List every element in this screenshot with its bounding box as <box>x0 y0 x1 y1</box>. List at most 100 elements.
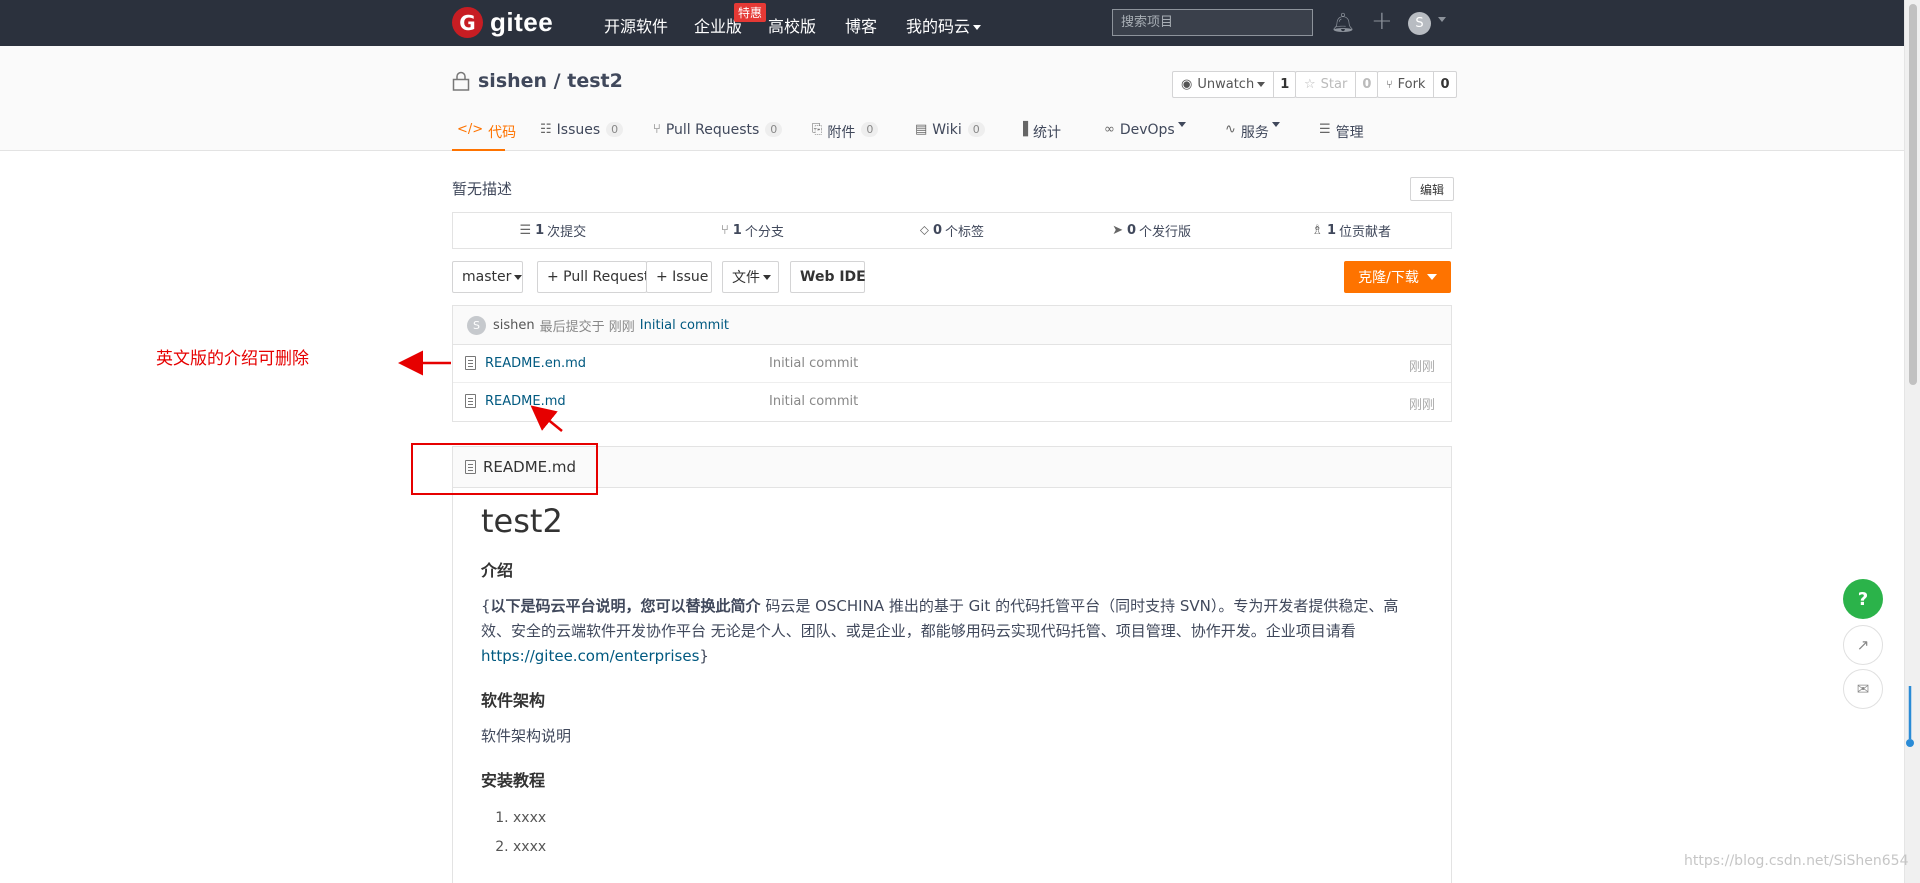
share-icon[interactable]: ↗ <box>1843 625 1883 665</box>
scrollbar-thumb[interactable] <box>1909 4 1917 385</box>
file-icon <box>465 356 476 370</box>
tag-icon: ⬦ <box>919 223 929 238</box>
stat-contributors-label: 位贡献者 <box>1339 225 1392 240</box>
chevron-down-icon <box>514 274 523 280</box>
file-name-link[interactable]: README.en.md <box>485 356 586 371</box>
list-item: xxxx <box>513 833 1423 862</box>
stat-commits[interactable]: ☰ 1 次提交 <box>453 213 653 248</box>
new-issue-button[interactable]: + Issue <box>646 261 712 293</box>
clone-download-button[interactable]: 克隆/下载 <box>1344 261 1451 293</box>
tab-attachments-label: 附件 <box>827 125 856 141</box>
file-menu-button[interactable]: 文件 <box>722 261 779 293</box>
comment-icon[interactable]: ✉ <box>1843 669 1883 709</box>
unwatch-button[interactable]: ◉ Unwatch 1 <box>1172 71 1297 98</box>
tab-services[interactable]: ∿ 服务 <box>1225 118 1280 151</box>
readme-intro-brace-open: { <box>481 597 491 615</box>
avatar[interactable]: S <box>467 315 486 335</box>
stat-commits-count: 1 <box>535 223 545 238</box>
issues-icon: ☷ <box>540 122 552 137</box>
user-avatar[interactable]: S <box>1408 12 1431 35</box>
gitee-logo-text: gitee <box>490 7 554 37</box>
list-item: xxxx <box>513 804 1423 833</box>
readme-title: test2 <box>481 502 563 540</box>
web-ide-button[interactable]: Web IDE <box>790 261 866 293</box>
stat-tags[interactable]: ⬦ 0 个标签 <box>852 213 1052 248</box>
search-input[interactable] <box>1112 9 1313 36</box>
watch-count[interactable]: 1 <box>1273 72 1295 97</box>
gitee-logo[interactable]: G gitee <box>452 7 553 38</box>
stat-tags-count: 0 <box>933 223 943 238</box>
wiki-icon: ▤ <box>915 122 928 137</box>
file-commit-message[interactable]: Initial commit <box>769 394 858 409</box>
tab-wiki[interactable]: ▤ Wiki 0 <box>915 118 985 151</box>
nav-opensource[interactable]: 开源软件 <box>604 13 668 37</box>
tab-services-label: 服务 <box>1240 125 1269 141</box>
chart-icon: ▐ <box>1018 122 1028 137</box>
fork-icon: ⑂ <box>1386 78 1393 91</box>
star-button[interactable]: ☆ Star 0 <box>1295 71 1379 98</box>
nav-enterprise-badge: 特惠 <box>734 3 767 22</box>
stat-branches[interactable]: ⑂ 1 个分支 <box>653 213 853 248</box>
repo-stats-bar: ☰ 1 次提交 ⑂ 1 个分支 ⬦ 0 个标签 ➤ 0 个发行版 ♗ 1 位贡献者 <box>452 212 1452 249</box>
readme-content: test2 介绍 {以下是码云平台说明，您可以替换此简介 码云是 OSCHINA… <box>453 488 1451 876</box>
tab-attachments[interactable]: ⎘ 附件 0 <box>812 118 879 151</box>
nav-education[interactable]: 高校版 <box>768 13 816 37</box>
stat-branches-count: 1 <box>732 223 742 238</box>
file-name-link[interactable]: README.md <box>485 394 566 409</box>
bell-icon[interactable]: 🔔︎ <box>1331 11 1355 34</box>
branch-select[interactable]: master <box>452 261 523 293</box>
repo-header: sishen / test2 ◉ Unwatch 1 ☆ Star 0 ⑂ Fork … <box>0 46 1904 151</box>
watermark-text: https://blog.csdn.net/SiShen654 <box>1684 853 1909 869</box>
plus-icon[interactable]: + <box>1371 6 1393 36</box>
nav-my-gitee[interactable]: 我的码云 <box>906 13 982 37</box>
edit-description-button[interactable]: 编辑 <box>1410 177 1455 201</box>
tab-pull-requests[interactable]: ⑂ Pull Requests 0 <box>653 118 783 151</box>
readme-intro-bold: 以下是码云平台说明，您可以替换此简介 <box>490 597 761 615</box>
fork-button[interactable]: ⑂ Fork 0 <box>1377 71 1457 98</box>
tab-devops[interactable]: ∞ DevOps <box>1104 118 1186 151</box>
commit-author[interactable]: sishen <box>493 318 535 333</box>
commit-meta: 最后提交于 刚刚 <box>539 319 635 335</box>
readme-intro-brace-close: } <box>699 647 709 665</box>
repo-title-link[interactable]: sishen / test2 <box>478 70 623 92</box>
chevron-down-icon[interactable] <box>1438 17 1446 22</box>
file-menu-label: 文件 <box>732 270 760 286</box>
fork-label: Fork <box>1397 77 1426 92</box>
tab-stats[interactable]: ▐ 统计 <box>1018 118 1061 151</box>
annotation-highlight-box <box>411 443 598 495</box>
annotation-text: 英文版的介绍可删除 <box>156 349 309 369</box>
thermometer-icon <box>1906 686 1914 747</box>
stat-releases-label: 个发行版 <box>1139 225 1192 240</box>
fork-count[interactable]: 0 <box>1433 72 1455 97</box>
help-button[interactable]: ? <box>1843 579 1883 619</box>
scrollbar[interactable] <box>1904 0 1920 883</box>
attachment-icon: ⎘ <box>812 122 823 137</box>
commit-message[interactable]: Initial commit <box>640 318 729 333</box>
lock-icon <box>452 71 470 91</box>
nav-blog[interactable]: 博客 <box>845 13 877 37</box>
stat-tags-label: 个标签 <box>945 225 985 240</box>
tab-attachments-count: 0 <box>861 122 879 137</box>
enterprise-link[interactable]: https://gitee.com/enterprises <box>481 647 699 665</box>
chevron-down-icon <box>1177 122 1186 127</box>
file-commit-message[interactable]: Initial commit <box>769 356 858 371</box>
star-count[interactable]: 0 <box>1355 72 1377 97</box>
tab-stats-label: 统计 <box>1033 125 1061 141</box>
file-time: 刚刚 <box>1408 360 1435 375</box>
new-pull-request-button[interactable]: + Pull Request <box>537 261 649 293</box>
unwatch-label: Unwatch <box>1197 77 1255 92</box>
stat-releases[interactable]: ➤ 0 个发行版 <box>1052 213 1252 248</box>
stat-contributors[interactable]: ♗ 1 位贡献者 <box>1251 213 1451 248</box>
tab-code[interactable]: </> 代码 <box>452 118 516 151</box>
eye-icon: ◉ <box>1181 77 1193 92</box>
readme-header: README.md <box>453 447 1451 488</box>
readme-install-list: xxxx xxxx <box>513 804 1423 862</box>
service-icon: ∿ <box>1225 122 1236 137</box>
tab-pull-requests-label: Pull Requests <box>665 122 760 138</box>
tab-manage[interactable]: ☰ 管理 <box>1319 118 1364 151</box>
tab-issues-label: Issues <box>556 122 601 138</box>
file-icon <box>465 394 476 408</box>
readme-panel: README.md test2 介绍 {以下是码云平台说明，您可以替换此简介 码… <box>452 446 1452 883</box>
tab-issues[interactable]: ☷ Issues 0 <box>540 118 624 151</box>
readme-heading-intro: 介绍 <box>481 561 514 580</box>
